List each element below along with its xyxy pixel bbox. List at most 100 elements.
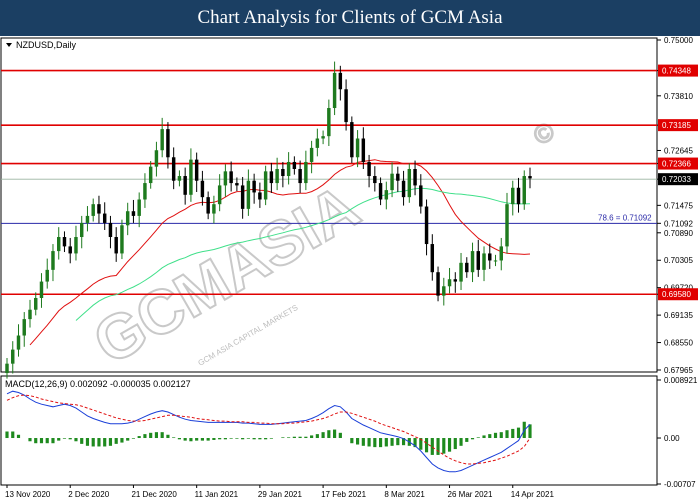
candle-body xyxy=(396,173,400,181)
candle-body xyxy=(166,129,170,158)
level-price-tag-text: 0.69580 xyxy=(662,290,691,299)
candle-body xyxy=(183,176,187,195)
fib-price-label: 0.71092 xyxy=(664,219,693,228)
candle-body xyxy=(522,176,526,205)
candle-body xyxy=(258,192,262,200)
candle-body xyxy=(281,168,285,177)
candle-body xyxy=(62,237,67,247)
candle-body xyxy=(304,161,308,184)
macd-tick-label: 0.008921 xyxy=(664,376,698,385)
chart-area[interactable]: GCMASIAGCM ASIA CAPITAL MARKETS© 0.75000… xyxy=(0,36,700,500)
time-tick-label: 14 Apr 2021 xyxy=(511,490,555,499)
banner-title: Chart Analysis for Clients of GCM Asia xyxy=(197,7,503,28)
candle-body xyxy=(442,286,446,296)
macd-title: MACD(12,26,9) 0.002092 -0.000035 0.00212… xyxy=(5,379,191,389)
candle-body xyxy=(68,246,72,254)
candle-body xyxy=(407,168,412,198)
candle-body xyxy=(384,190,389,200)
candle-body xyxy=(91,204,95,216)
candle-body xyxy=(97,204,101,214)
candle-body xyxy=(143,183,147,200)
candle-body xyxy=(401,180,406,198)
candle-body xyxy=(424,206,429,245)
candle-body xyxy=(114,237,118,254)
candle-body xyxy=(45,269,49,282)
candle-body xyxy=(235,183,239,186)
candle-body xyxy=(465,262,469,273)
candle-body xyxy=(493,260,498,262)
candle-body xyxy=(332,72,337,109)
candle-body xyxy=(321,136,325,139)
candle-body xyxy=(499,246,503,261)
candle-body xyxy=(298,168,302,184)
candle-body xyxy=(177,176,182,181)
candle-body xyxy=(482,253,486,270)
candle-body xyxy=(275,168,279,184)
candle-body xyxy=(120,225,124,254)
candle-body xyxy=(436,272,440,296)
level-price-tag-text: 0.72366 xyxy=(662,160,691,169)
candle-body xyxy=(229,171,233,184)
candle-body xyxy=(125,211,130,226)
candle-body xyxy=(131,211,136,216)
header-banner: Chart Analysis for Clients of GCM Asia xyxy=(0,0,700,36)
candle-body xyxy=(344,89,348,123)
candle-body xyxy=(194,159,199,181)
candle-body xyxy=(217,185,222,205)
candle-body xyxy=(160,129,164,151)
candle-body xyxy=(470,251,475,273)
candle-body xyxy=(28,309,32,320)
price-chart-title: NZDUSD,Daily xyxy=(16,40,77,50)
candle-body xyxy=(476,251,480,270)
candle-body xyxy=(137,199,141,216)
candle-body xyxy=(269,171,274,184)
candle-body xyxy=(419,185,423,207)
candle-body xyxy=(378,183,383,200)
price-tick-label: 0.71475 xyxy=(664,201,693,210)
candle-body xyxy=(206,197,210,214)
candle-body xyxy=(453,279,458,282)
candle-body xyxy=(413,168,417,186)
candle-body xyxy=(189,159,193,195)
candle-body xyxy=(390,173,394,191)
candle-body xyxy=(327,108,331,137)
candle-body xyxy=(516,187,521,205)
candle-body xyxy=(309,147,314,162)
candle-body xyxy=(57,237,61,252)
candle-body xyxy=(5,363,9,374)
level-price-tag-text: 0.73185 xyxy=(662,121,691,130)
candle-body xyxy=(511,187,515,205)
candle-body xyxy=(447,279,452,287)
price-tick-label: 0.75000 xyxy=(664,36,693,45)
price-tick-label: 0.68550 xyxy=(664,339,693,348)
time-tick-label: 2 Dec 2020 xyxy=(68,490,109,499)
candle-body xyxy=(350,122,354,158)
candle-body xyxy=(367,161,371,177)
candle-body xyxy=(286,161,291,177)
candle-body xyxy=(355,138,360,158)
candle-body xyxy=(16,335,21,350)
candle-body xyxy=(154,150,159,167)
candle-body xyxy=(171,157,176,181)
candle-body xyxy=(430,244,435,273)
candle-body xyxy=(252,180,256,193)
price-tick-label: 0.70305 xyxy=(664,256,693,265)
candle-body xyxy=(459,262,463,282)
time-tick-label: 8 Mar 2021 xyxy=(384,490,425,499)
candle-body xyxy=(39,281,44,298)
candle-body xyxy=(361,138,366,162)
time-tick-label: 11 Jan 2021 xyxy=(195,490,239,499)
price-tick-label: 0.69135 xyxy=(664,311,693,320)
candle-body xyxy=(108,222,113,238)
time-tick-label: 17 Feb 2021 xyxy=(321,490,366,499)
candle-body xyxy=(22,319,26,336)
candle-body xyxy=(373,176,377,184)
candle-body xyxy=(246,180,251,209)
candle-body xyxy=(338,72,343,90)
macd-tick-label: -0.00707 xyxy=(664,480,696,489)
candle-body xyxy=(315,138,320,148)
price-tick-label: 0.67965 xyxy=(664,366,693,375)
fib-label: 78.6 = 0.71092 xyxy=(598,213,652,222)
time-tick-label: 21 Dec 2020 xyxy=(131,490,177,499)
time-tick-label: 26 Mar 2021 xyxy=(448,490,493,499)
